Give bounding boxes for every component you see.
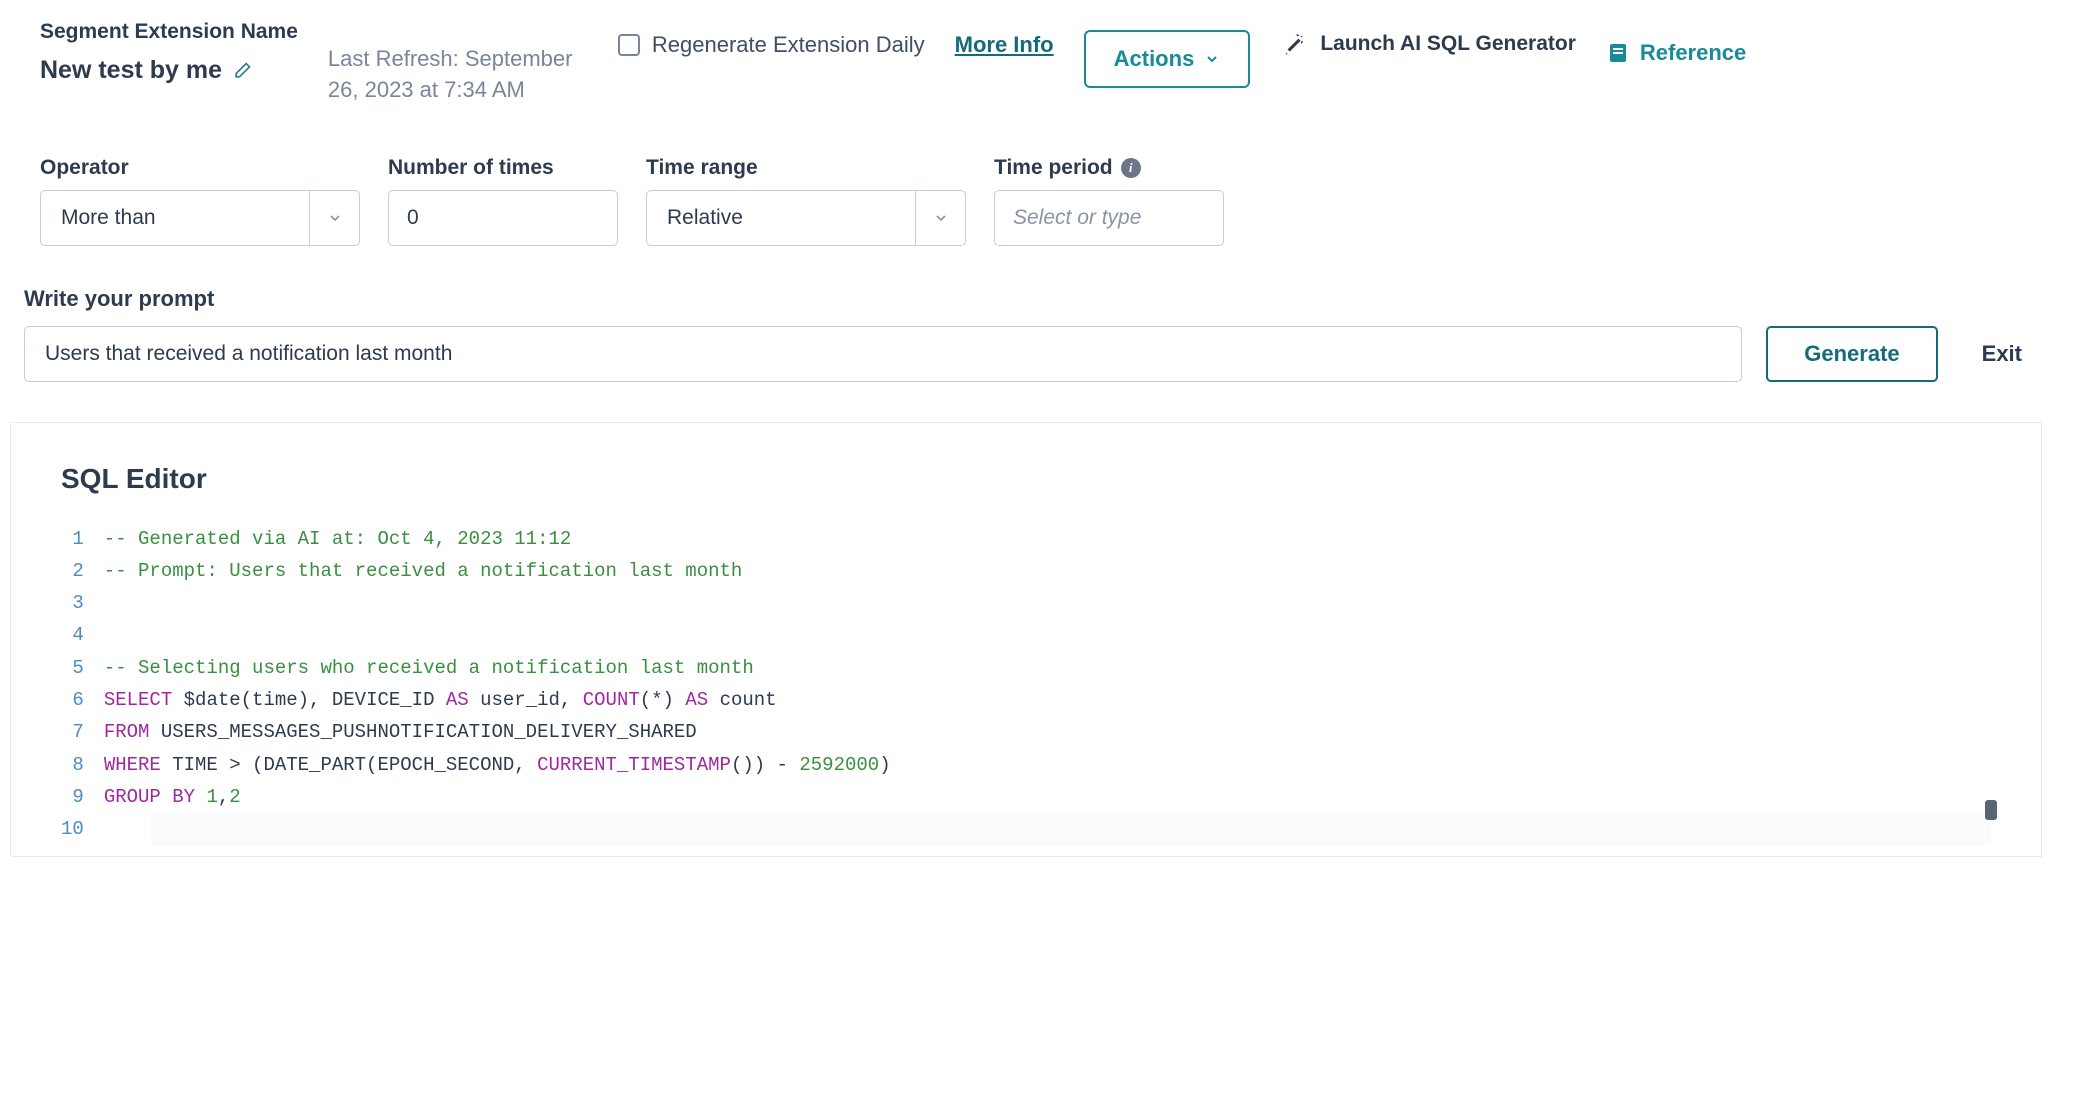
reference-label: Reference xyxy=(1640,40,1746,66)
time-range-label: Time range xyxy=(646,156,966,180)
generate-button[interactable]: Generate xyxy=(1766,326,1937,382)
wand-icon xyxy=(1280,31,1306,57)
line-gutter: 12345678910 xyxy=(61,523,104,846)
book-icon xyxy=(1606,41,1630,65)
reference-link[interactable]: Reference xyxy=(1606,40,1746,66)
edit-icon[interactable] xyxy=(232,61,252,81)
code-content[interactable]: -- Generated via AI at: Oct 4, 2023 11:1… xyxy=(104,523,1991,846)
num-times-label: Number of times xyxy=(388,156,618,180)
regenerate-label: Regenerate Extension Daily xyxy=(652,30,925,61)
chevron-down-icon xyxy=(1204,51,1220,67)
regenerate-checkbox[interactable] xyxy=(618,34,640,56)
time-period-label: Time period i xyxy=(994,156,1224,180)
operator-value: More than xyxy=(41,206,309,230)
segment-name: New test by me xyxy=(40,56,222,85)
num-times-input[interactable] xyxy=(389,191,617,245)
prompt-label: Write your prompt xyxy=(24,286,2042,312)
prompt-input[interactable] xyxy=(24,326,1742,382)
time-period-input-wrap xyxy=(994,190,1224,246)
chevron-down-icon xyxy=(933,210,949,226)
time-range-value: Relative xyxy=(647,206,915,230)
operator-select[interactable]: More than xyxy=(40,190,360,246)
time-range-select[interactable]: Relative xyxy=(646,190,966,246)
sql-editor[interactable]: 12345678910 -- Generated via AI at: Oct … xyxy=(61,523,1991,846)
num-times-input-wrap xyxy=(388,190,618,246)
info-icon[interactable]: i xyxy=(1121,158,1141,178)
exit-button[interactable]: Exit xyxy=(1962,341,2042,367)
sql-editor-title: SQL Editor xyxy=(61,463,1991,495)
launch-label: Launch AI SQL Generator xyxy=(1320,30,1576,57)
segment-name-label: Segment Extension Name xyxy=(40,20,298,44)
launch-ai-sql-button[interactable]: Launch AI SQL Generator xyxy=(1280,30,1576,57)
scrollbar-thumb[interactable] xyxy=(1985,800,1997,820)
actions-button[interactable]: Actions xyxy=(1084,30,1251,88)
time-period-input[interactable] xyxy=(995,191,1223,245)
more-info-link[interactable]: More Info xyxy=(955,30,1054,61)
operator-label: Operator xyxy=(40,156,360,180)
actions-label: Actions xyxy=(1114,46,1195,72)
chevron-down-icon xyxy=(327,210,343,226)
last-refresh-text: Last Refresh: September 26, 2023 at 7:34… xyxy=(328,44,588,106)
